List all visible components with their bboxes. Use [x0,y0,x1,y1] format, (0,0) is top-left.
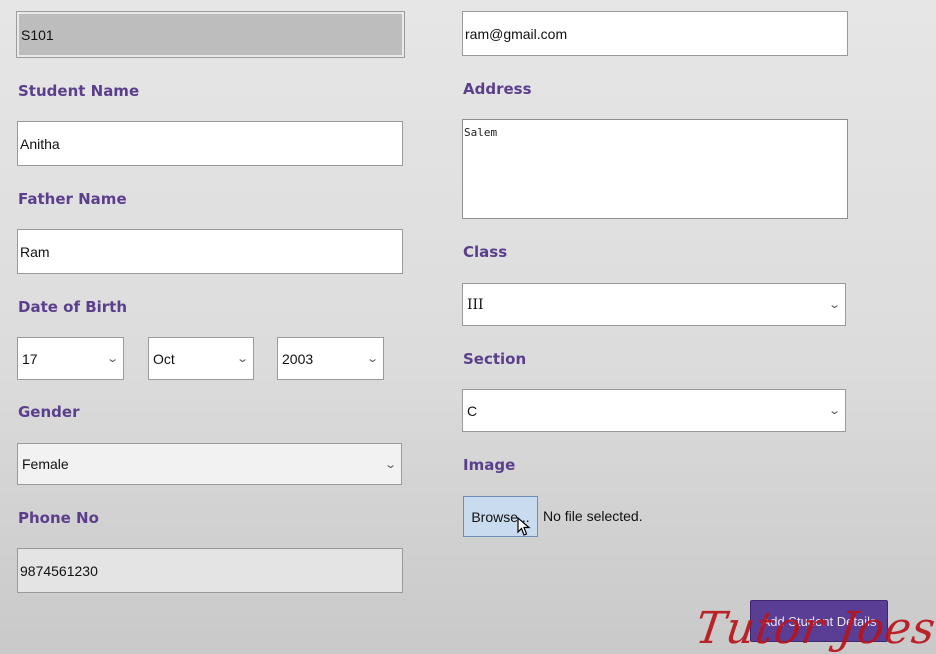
phone-input[interactable]: 9874561230 [17,548,403,593]
dob-year-value: 2003 [282,350,314,367]
class-value: III [467,296,484,313]
student-name-input[interactable]: Anitha [17,121,403,166]
class-label: Class [463,243,508,261]
file-status-text: No file selected. [543,508,643,524]
phone-label: Phone No [18,509,99,527]
gender-label: Gender [18,403,80,421]
student-id-field[interactable]: S101 [16,11,405,58]
student-name-label: Student Name [18,82,140,100]
father-name-value: Ram [20,243,50,260]
chevron-down-icon: ⌄ [105,353,119,365]
add-student-button[interactable]: Add Student Details [750,600,888,642]
chevron-down-icon: ⌄ [365,353,379,365]
dob-month-value: Oct [153,350,175,367]
dob-day-value: 17 [22,350,38,367]
chevron-down-icon: ⌄ [827,405,841,417]
section-label: Section [463,350,527,368]
gender-select[interactable]: Female ⌄ [17,443,402,485]
student-id-value: S101 [21,26,54,43]
dob-year-select[interactable]: 2003 ⌄ [277,337,384,380]
chevron-down-icon: ⌄ [383,458,397,471]
address-textarea[interactable]: Salem [462,119,848,219]
gender-value: Female [22,456,69,472]
dob-month-select[interactable]: Oct ⌄ [148,337,254,380]
address-value: Salem [464,126,498,139]
dob-label: Date of Birth [18,298,128,316]
chevron-down-icon: ⌄ [827,298,841,311]
student-name-value: Anitha [20,135,60,152]
phone-value: 9874561230 [20,562,98,579]
mouse-pointer-icon [517,516,531,542]
class-select[interactable]: III ⌄ [462,283,846,326]
father-name-input[interactable]: Ram [17,229,403,274]
dob-day-select[interactable]: 17 ⌄ [17,337,124,380]
father-name-label: Father Name [18,190,127,208]
image-label: Image [463,456,516,474]
section-select[interactable]: C ⌄ [462,389,846,432]
chevron-down-icon: ⌄ [235,353,249,365]
email-value: ram@gmail.com [465,25,568,42]
section-value: C [467,402,478,419]
email-input[interactable]: ram@gmail.com [462,11,848,56]
address-label: Address [463,80,532,98]
